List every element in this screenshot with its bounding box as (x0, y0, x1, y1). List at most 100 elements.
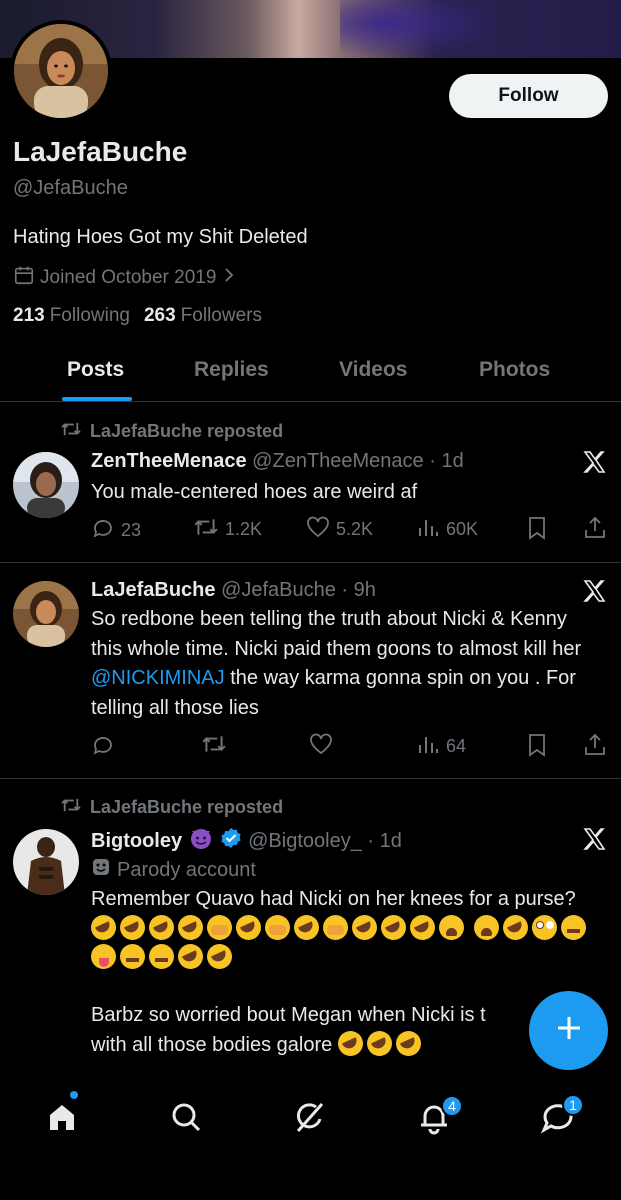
search-icon (168, 1103, 204, 1139)
x-logo-icon (582, 450, 606, 474)
nav-search[interactable] (168, 1099, 204, 1135)
profile-tabs: Posts Replies Videos Photos (0, 340, 621, 402)
nav-home[interactable] (44, 1099, 80, 1135)
follow-stats: 213 Following 263 Followers (13, 305, 262, 327)
like-button[interactable] (309, 733, 333, 760)
rofl-emoji-icon (178, 914, 203, 940)
repost-label: LaJefaBuche reposted (90, 421, 284, 441)
repost-indicator: LaJefaBuche reposted (60, 420, 283, 443)
weary-emoji-icon (439, 914, 464, 940)
post-item[interactable]: LaJefaBuche @JefaBuche · 9h So redbone b… (0, 563, 621, 778)
repost-count: 1.2K (225, 519, 263, 539)
post-text-part: So redbone been telling the truth about … (91, 608, 582, 660)
author-name[interactable]: Bigtooley (91, 830, 182, 853)
rofl-emoji-icon (352, 914, 377, 940)
bookmark-button[interactable] (527, 516, 547, 545)
post-item[interactable]: LaJefaBuche reposted Bigtooley @Bigtoole… (0, 779, 621, 1075)
follow-button[interactable]: Follow (449, 74, 608, 118)
theater-mask-icon (91, 857, 111, 883)
following-label: Following (49, 305, 130, 326)
rofl-emoji-icon (207, 944, 232, 969)
joined-date[interactable]: Joined October 2019 (13, 264, 237, 292)
mention-link[interactable]: @NICKIMINAJ (91, 667, 225, 689)
post-text-part: Barbz so worried bout Megan when Nicki i… (91, 1004, 486, 1026)
active-tab-indicator (62, 397, 132, 401)
share-button[interactable] (584, 516, 606, 545)
flushed-emoji-icon (531, 914, 557, 940)
verified-badge-icon[interactable] (220, 827, 242, 855)
followers-link[interactable]: 263 Followers (144, 305, 262, 327)
author-name[interactable]: LaJefaBuche (91, 579, 216, 601)
message-bubble-icon (540, 1104, 576, 1139)
views-count: 60K (446, 519, 479, 539)
reply-button[interactable] (91, 733, 115, 762)
rofl-emoji-icon (410, 914, 435, 940)
post-text-part: Remember Quavo had Nicki on her knees fo… (91, 888, 576, 910)
followers-label: Followers (180, 305, 262, 326)
avatar[interactable] (13, 581, 79, 647)
author-handle-time: @ZenTheeMenace · 1d (252, 450, 464, 472)
author-name[interactable]: ZenTheeMenace (91, 450, 247, 472)
rofl-emoji-icon (91, 914, 116, 940)
views-button[interactable]: 64 (416, 733, 466, 760)
squint-emoji-icon (560, 914, 586, 940)
share-button[interactable] (584, 733, 606, 762)
repost-icon (193, 516, 219, 543)
author-handle-time: @Bigtooley_ · 1d (248, 829, 402, 852)
nav-messages[interactable]: 1 (540, 1094, 584, 1135)
post-text: Remember Quavo had Nicki on her knees fo… (91, 885, 596, 974)
like-button[interactable]: 5.2K (306, 516, 373, 543)
x-logo-icon (582, 579, 606, 603)
post-text: Barbz so worried bout Megan when Nicki i… (91, 1001, 531, 1060)
nav-grok[interactable] (292, 1099, 328, 1135)
bell-icon (416, 1105, 452, 1139)
reply-icon (91, 733, 115, 762)
notifications-badge: 4 (441, 1095, 463, 1117)
weary-emoji-icon (473, 914, 499, 940)
tab-videos[interactable]: Videos (339, 358, 407, 382)
bookmark-button[interactable] (527, 733, 547, 762)
rofl-emoji-icon (395, 1030, 421, 1056)
bottom-navigation: 4 1 (0, 1075, 621, 1200)
nav-notifications[interactable]: 4 (416, 1095, 463, 1135)
squint-emoji-icon (120, 944, 145, 969)
tongue-emoji-icon (91, 944, 116, 969)
bookmark-icon (527, 733, 547, 762)
post-text: You male-centered hoes are weird af (91, 481, 418, 503)
rofl-emoji-icon (381, 914, 406, 940)
post-header: Bigtooley @Bigtooley_ · 1d (91, 825, 402, 857)
squint-emoji-icon (149, 944, 174, 969)
parody-label: Parody account (91, 857, 256, 883)
hands-over-mouth-emoji-icon (323, 914, 348, 940)
tab-photos[interactable]: Photos (479, 358, 550, 382)
tab-replies[interactable]: Replies (194, 358, 269, 382)
following-count: 213 (13, 305, 45, 326)
compose-post-button[interactable] (529, 991, 608, 1070)
heart-icon (306, 516, 330, 543)
hands-over-mouth-emoji-icon (207, 914, 232, 940)
rofl-emoji-icon (178, 944, 203, 969)
repost-button[interactable]: 1.2K (193, 516, 262, 543)
x-logo-icon (582, 827, 606, 851)
calendar-icon (13, 264, 35, 292)
profile-handle: @JefaBuche (13, 177, 128, 199)
reply-button[interactable]: 23 (91, 516, 141, 545)
avatar[interactable] (13, 452, 79, 518)
post-item[interactable]: LaJefaBuche reposted ZenTheeMenace @ZenT… (0, 402, 621, 562)
devil-emoji-icon (188, 825, 214, 857)
bookmark-icon (527, 516, 547, 545)
tab-posts[interactable]: Posts (67, 358, 124, 382)
rofl-emoji-icon (149, 914, 174, 940)
following-link[interactable]: 213 Following (13, 305, 130, 327)
views-button[interactable]: 60K (416, 516, 478, 543)
like-count: 5.2K (336, 519, 374, 539)
chevron-right-icon (221, 267, 237, 289)
rofl-emoji-icon (366, 1030, 392, 1056)
followers-count: 263 (143, 305, 176, 326)
profile-avatar[interactable] (10, 20, 112, 122)
repost-button[interactable] (201, 733, 227, 760)
avatar[interactable] (13, 829, 79, 895)
share-icon (584, 516, 606, 545)
joined-label: Joined October 2019 (40, 267, 217, 288)
rofl-emoji-icon (294, 914, 319, 940)
